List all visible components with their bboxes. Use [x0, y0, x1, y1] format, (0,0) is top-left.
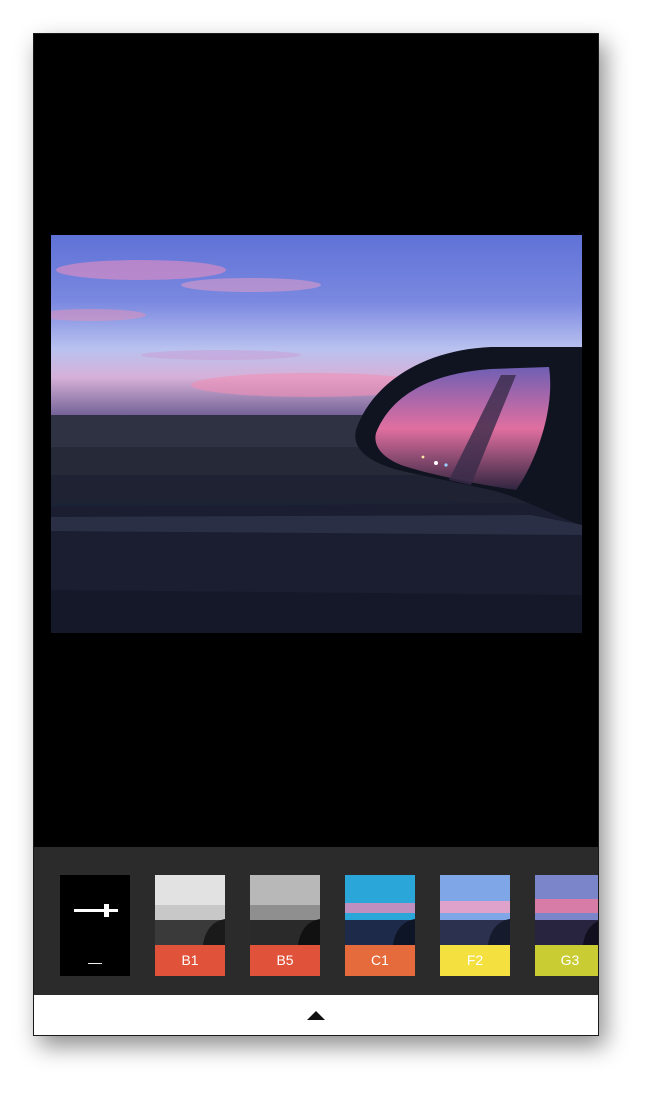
bottom-bar	[34, 995, 598, 1035]
adjust-label: —	[88, 954, 102, 970]
expand-button[interactable]	[300, 1003, 332, 1027]
triangle-up-icon	[307, 1011, 325, 1020]
filter-g3[interactable]: G3	[535, 875, 598, 976]
filter-f2[interactable]: F2	[440, 875, 510, 976]
photo-image	[51, 235, 582, 633]
filter-b5[interactable]: B5	[250, 875, 320, 976]
adjust-sliders-icon	[74, 904, 118, 917]
filter-strip[interactable]: — B1 B5 C1 F2 G3	[34, 847, 598, 995]
adjust-button[interactable]: —	[60, 875, 130, 976]
filter-thumbnail	[535, 875, 598, 945]
phone-screen: — B1 B5 C1 F2 G3	[33, 33, 599, 1036]
filter-thumbnail	[345, 875, 415, 945]
photo-canvas	[34, 34, 598, 847]
filter-label: B5	[250, 945, 320, 976]
filter-c1[interactable]: C1	[345, 875, 415, 976]
filter-b1[interactable]: B1	[155, 875, 225, 976]
filter-thumbnail	[155, 875, 225, 945]
photo-preview[interactable]	[51, 235, 582, 633]
filter-label: B1	[155, 945, 225, 976]
filter-label: F2	[440, 945, 510, 976]
filter-thumbnail	[250, 875, 320, 945]
filter-label: C1	[345, 945, 415, 976]
filter-label: G3	[535, 945, 598, 976]
filter-thumbnail	[440, 875, 510, 945]
